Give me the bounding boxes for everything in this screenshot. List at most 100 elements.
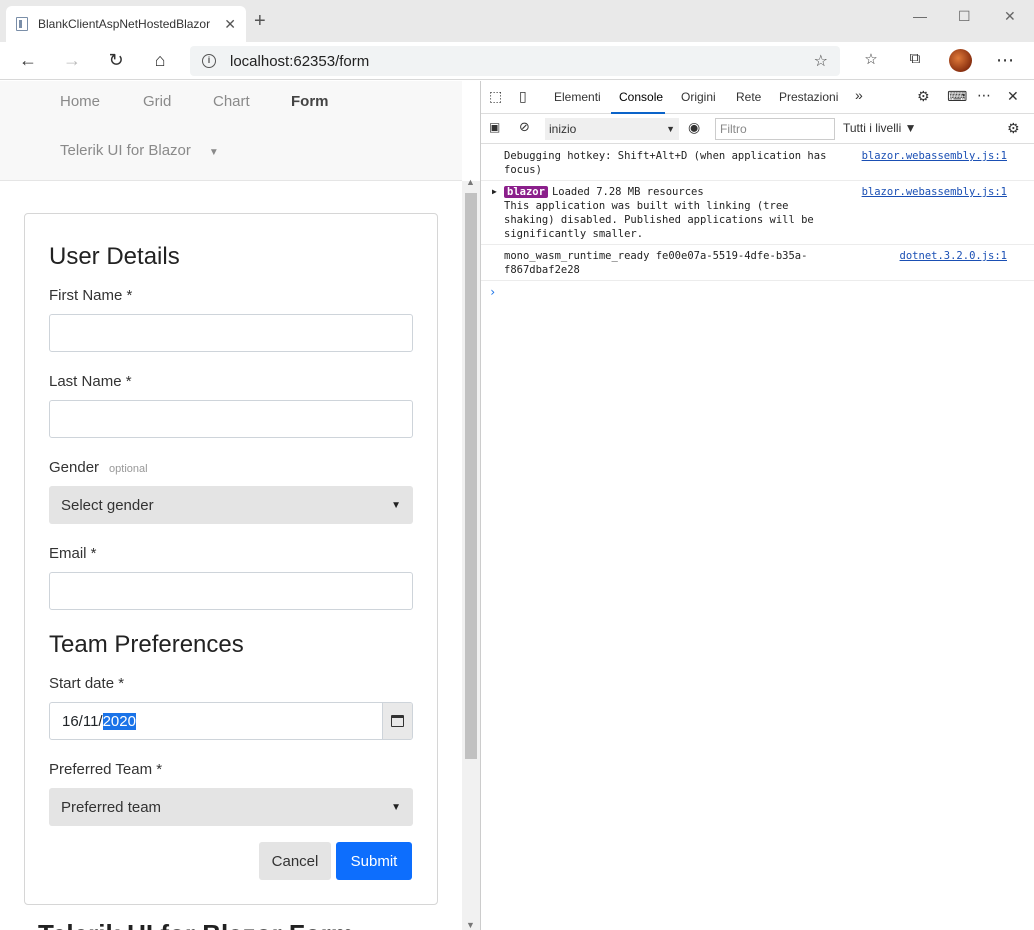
feedback-icon[interactable]: ⌨ bbox=[947, 88, 967, 105]
email-label: Email * bbox=[49, 545, 97, 562]
tab-origini[interactable]: Origini bbox=[681, 90, 716, 104]
start-date-year-selected: 2020 bbox=[102, 712, 136, 730]
more-tabs-icon[interactable]: » bbox=[855, 87, 863, 103]
nav-form[interactable]: Form bbox=[291, 93, 329, 110]
console-message-text: mono_wasm_runtime_ready fe00e07a-5519-4d… bbox=[504, 250, 808, 276]
preferred-team-label: Preferred Team * bbox=[49, 761, 163, 778]
profile-avatar[interactable] bbox=[949, 49, 972, 72]
scrollbar-thumb[interactable] bbox=[465, 193, 477, 759]
context-select[interactable]: inizio ▼ bbox=[545, 118, 679, 140]
optional-hint: optional bbox=[109, 463, 148, 475]
tab-close-icon[interactable]: ✕ bbox=[224, 16, 236, 33]
console-message: ▶ blazor Loaded 7.28 MB resources This ap… bbox=[481, 181, 1034, 245]
address-bar[interactable]: i localhost:62353/form ☆ bbox=[190, 46, 840, 76]
collections-icon[interactable]: ⧉ bbox=[903, 50, 927, 67]
gender-label: Gender optional bbox=[49, 459, 148, 476]
nav-dropdown-label: Telerik UI for Blazor bbox=[60, 142, 191, 159]
tab-elementi[interactable]: Elementi bbox=[554, 90, 601, 104]
browser-toolbar: ← → ↻ ⌂ i localhost:62353/form ☆ ☆ ⧉ ⋯ bbox=[0, 42, 1034, 80]
start-date-input[interactable]: 16/11/2020 bbox=[49, 702, 413, 740]
page-scrollbar[interactable]: ▲ ▼ bbox=[462, 177, 480, 930]
gender-select-value: Select gender bbox=[61, 496, 154, 514]
clear-console-icon[interactable]: ⊘ bbox=[519, 119, 530, 135]
maximize-icon[interactable]: ☐ bbox=[958, 8, 971, 25]
home-icon[interactable]: ⌂ bbox=[148, 50, 172, 71]
first-name-input[interactable] bbox=[49, 314, 413, 352]
log-levels-dropdown[interactable]: Tutti i livelli ▼ bbox=[843, 121, 916, 135]
browser-tab[interactable]: BlankClientAspNetHostedBlazor ✕ bbox=[6, 6, 246, 42]
console-message: mono_wasm_runtime_ready fe00e07a-5519-4d… bbox=[481, 245, 1034, 281]
console-settings-icon[interactable]: ⚙ bbox=[1007, 120, 1020, 137]
gender-label-text: Gender bbox=[49, 459, 100, 476]
tab-strip: BlankClientAspNetHostedBlazor ✕ + — ☐ ✕ bbox=[0, 0, 1034, 42]
minimize-icon[interactable]: — bbox=[913, 8, 927, 24]
tab-console[interactable]: Console bbox=[619, 90, 663, 104]
close-devtools-icon[interactable]: ✕ bbox=[1007, 88, 1019, 105]
device-emulation-icon[interactable]: ▯ bbox=[519, 88, 527, 105]
page-favicon-icon bbox=[16, 17, 28, 31]
team-preferences-heading: Team Preferences bbox=[49, 631, 244, 658]
submit-button[interactable]: Submit bbox=[336, 842, 412, 880]
settings-icon[interactable]: ⚙ bbox=[917, 88, 930, 105]
console-source-link[interactable]: blazor.webassembly.js:1 bbox=[862, 149, 1007, 163]
devtools-panel: ⬚ ▯ Elementi Console Origini Rete Presta… bbox=[480, 81, 1034, 930]
chevron-down-icon: ▼ bbox=[391, 499, 401, 511]
scroll-down-icon[interactable]: ▼ bbox=[466, 920, 475, 930]
user-details-heading: User Details bbox=[49, 243, 180, 270]
tab-title: BlankClientAspNetHostedBlazor bbox=[38, 17, 211, 31]
console-message-detail: This application was built with linking … bbox=[504, 200, 814, 240]
favorite-star-icon[interactable]: ☆ bbox=[814, 51, 828, 71]
favorites-icon[interactable]: ☆ bbox=[859, 50, 883, 68]
section-heading: Telerik UI for Blazor Form bbox=[38, 919, 354, 930]
nav-chart[interactable]: Chart bbox=[213, 93, 250, 110]
last-name-label: Last Name * bbox=[49, 373, 132, 390]
console-message: Debugging hotkey: Shift+Alt+D (when appl… bbox=[481, 145, 1034, 181]
sidebar-toggle-icon[interactable]: ▣ bbox=[489, 120, 500, 134]
last-name-input[interactable] bbox=[49, 400, 413, 438]
caret-down-icon: ▼ bbox=[208, 147, 219, 158]
console-message-text: Debugging hotkey: Shift+Alt+D (when appl… bbox=[504, 150, 827, 176]
filter-input[interactable]: Filtro bbox=[715, 118, 835, 140]
nav-grid[interactable]: Grid bbox=[143, 93, 171, 110]
preferred-team-select[interactable]: Preferred team ▼ bbox=[49, 788, 413, 826]
site-nav: Home Grid Chart Form Telerik UI for Blaz… bbox=[0, 81, 462, 181]
new-tab-icon[interactable]: + bbox=[254, 10, 266, 33]
gender-select[interactable]: Select gender ▼ bbox=[49, 486, 413, 524]
preferred-team-value: Preferred team bbox=[61, 798, 162, 816]
forward-icon[interactable]: → bbox=[60, 50, 84, 71]
console-message-text: Loaded 7.28 MB resources bbox=[551, 186, 704, 198]
console-prompt[interactable]: › bbox=[481, 281, 1034, 299]
console-source-link[interactable]: dotnet.3.2.0.js:1 bbox=[900, 249, 1007, 263]
more-options-icon[interactable]: ⋯ bbox=[993, 50, 1017, 71]
back-icon[interactable]: ← bbox=[16, 50, 40, 71]
cancel-button[interactable]: Cancel bbox=[259, 842, 331, 880]
url-text[interactable]: localhost:62353/form bbox=[230, 53, 369, 70]
web-page: Home Grid Chart Form Telerik UI for Blaz… bbox=[0, 81, 480, 930]
chevron-down-icon: ▼ bbox=[666, 124, 675, 134]
customize-icon[interactable]: ⋯ bbox=[977, 87, 991, 104]
scroll-up-icon[interactable]: ▲ bbox=[466, 177, 475, 187]
start-date-label: Start date * bbox=[49, 675, 125, 692]
context-value: inizio bbox=[549, 122, 577, 136]
email-input[interactable] bbox=[49, 572, 413, 610]
chevron-down-icon: ▼ bbox=[391, 801, 401, 813]
form-card: User Details First Name * Last Name * Ge… bbox=[24, 213, 438, 905]
nav-home[interactable]: Home bbox=[60, 93, 100, 110]
inspect-element-icon[interactable]: ⬚ bbox=[489, 88, 502, 105]
console-output: Debugging hotkey: Shift+Alt+D (when appl… bbox=[481, 145, 1034, 299]
tab-rete[interactable]: Rete bbox=[736, 90, 761, 104]
live-expression-icon[interactable]: ◉ bbox=[688, 119, 700, 136]
site-info-icon[interactable]: i bbox=[202, 54, 216, 68]
nav-dropdown[interactable]: Telerik UI for Blazor ▼ bbox=[60, 142, 219, 159]
calendar-button[interactable] bbox=[382, 703, 412, 739]
expand-triangle-icon[interactable]: ▶ bbox=[492, 185, 497, 199]
start-date-day-month: 16/11/ bbox=[62, 712, 103, 730]
refresh-icon[interactable]: ↻ bbox=[104, 50, 128, 71]
calendar-icon bbox=[391, 715, 404, 727]
window-close-icon[interactable]: ✕ bbox=[1004, 8, 1016, 25]
first-name-label: First Name * bbox=[49, 287, 133, 304]
blazor-badge: blazor bbox=[504, 186, 548, 198]
console-toolbar: ▣ ⊘ inizio ▼ ◉ Filtro Tutti i livelli ▼ … bbox=[481, 114, 1034, 144]
tab-prestazioni[interactable]: Prestazioni bbox=[779, 90, 838, 104]
console-source-link[interactable]: blazor.webassembly.js:1 bbox=[862, 185, 1007, 199]
